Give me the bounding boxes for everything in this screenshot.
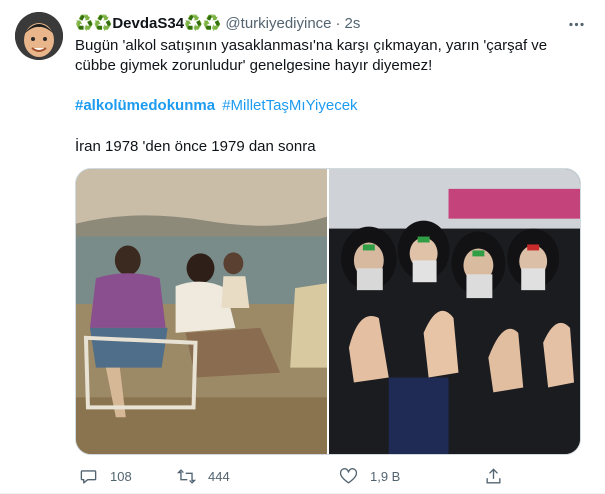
reply-icon	[80, 469, 97, 484]
timestamp[interactable]: 2s	[345, 15, 361, 32]
reply-button[interactable]: 108	[79, 465, 132, 487]
tweet-actions: 108 444 1,9 B	[75, 465, 505, 487]
retweet-icon	[177, 468, 196, 484]
tweet-caption: İran 1978 'den önce 1979 dan sonra	[75, 138, 316, 155]
hashtag-link[interactable]: #alkolümedokunma	[75, 97, 215, 114]
display-name[interactable]: ♻️♻️DevdaS34♻️♻️	[75, 14, 221, 32]
tweet[interactable]: ♻️♻️DevdaS34♻️♻️ @turkiyediyince · 2s Bu…	[0, 0, 605, 494]
tweet-header: ♻️♻️DevdaS34♻️♻️ @turkiyediyince · 2s	[75, 13, 360, 33]
tweet-body-line: Bugün 'alkol satışının yasaklanması'na k…	[75, 37, 548, 74]
user-handle[interactable]: @turkiyediyince	[225, 15, 331, 32]
like-count: 1,9 B	[370, 468, 401, 484]
reply-count: 108	[110, 468, 132, 484]
more-options-button[interactable]	[564, 12, 588, 36]
media-grid	[75, 168, 581, 455]
photo-1979[interactable]	[329, 169, 580, 454]
more-horizontal-icon	[568, 22, 584, 26]
share-icon	[486, 467, 501, 484]
hashtags: #alkolümedokunma #MilletTaşMıYiyecek	[75, 96, 358, 116]
share-button[interactable]	[484, 465, 515, 487]
tweet-text: Bugün 'alkol satışının yasaklanması'na k…	[75, 36, 587, 76]
retweet-button[interactable]: 444	[177, 465, 230, 487]
photo-1978[interactable]	[76, 169, 327, 454]
avatar[interactable]	[15, 12, 63, 60]
retweet-count: 444	[208, 468, 230, 484]
like-button[interactable]: 1,9 B	[339, 465, 400, 487]
heart-icon	[339, 467, 358, 484]
hashtag-link[interactable]: #MilletTaşMıYiyecek	[222, 97, 357, 114]
separator-dot: ·	[335, 14, 341, 32]
